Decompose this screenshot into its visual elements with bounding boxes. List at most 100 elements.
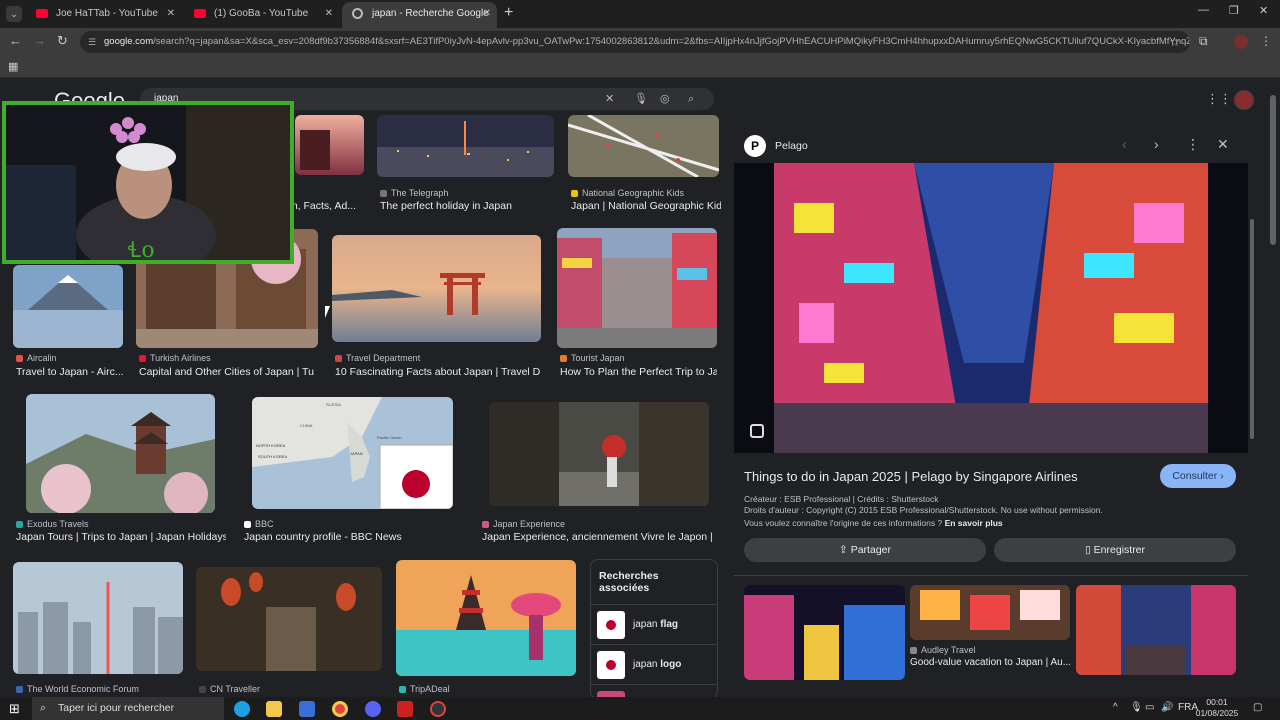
result-caption[interactable]: 10 Fascinating Facts about Japan | Trave… xyxy=(335,366,540,378)
close-window-icon[interactable]: ✕ xyxy=(1259,4,1268,17)
globe-icon xyxy=(352,8,363,19)
result-image[interactable]: RUSSIA CHINA NORTH KOREA SOUTH KOREA JAPAN Pa… xyxy=(252,397,453,509)
tab-gooba[interactable]: (1) GooBa - YouTube ✕ xyxy=(184,2,339,28)
tab-joe-hattab[interactable]: Joe HaTTab - YouTube ✕ xyxy=(26,2,181,28)
search-icon[interactable]: ⌕ xyxy=(688,88,694,110)
microphone-icon[interactable]: 🎙 xyxy=(634,88,648,110)
store-icon[interactable] xyxy=(299,701,315,717)
edge-icon[interactable] xyxy=(234,701,250,717)
microphone-tray-icon[interactable]: 🎙 xyxy=(1130,702,1143,713)
volume-icon[interactable]: 🔊 xyxy=(1161,702,1173,713)
similar-image[interactable] xyxy=(1076,585,1236,675)
map-label-china: CHINA xyxy=(300,423,313,428)
camera-search-icon[interactable]: ◎ xyxy=(660,88,670,110)
previous-icon[interactable]: ‹ xyxy=(1122,136,1127,152)
tab-google-search[interactable]: japan - Recherche Google ✕ xyxy=(342,2,497,28)
restore-icon[interactable]: ❐ xyxy=(1229,4,1239,17)
windows-start-icon[interactable]: ⊞ xyxy=(9,701,20,717)
url-path: /search?q=japan&sa=X&sca_esv=208df9b3735… xyxy=(153,36,1190,47)
profile-icon[interactable] xyxy=(1234,35,1248,49)
network-icon[interactable]: ▭ xyxy=(1145,702,1154,713)
similar-image[interactable] xyxy=(910,585,1070,640)
source-site-name[interactable]: Pelago xyxy=(775,140,808,152)
result-caption[interactable]: The perfect holiday in Japan xyxy=(380,200,555,212)
consult-button[interactable]: Consulter › xyxy=(1160,464,1236,488)
result-source: The World Economic Forum xyxy=(16,684,139,694)
tray-expand-icon[interactable]: ^ xyxy=(1113,702,1118,713)
share-button[interactable]: ⇪ Partager xyxy=(744,538,986,562)
reload-icon[interactable]: ↻ xyxy=(57,33,68,49)
result-image[interactable] xyxy=(557,228,717,348)
search-icon: ⌕ xyxy=(40,702,47,714)
related-title: Recherches associées xyxy=(599,570,659,594)
result-image[interactable] xyxy=(196,567,382,671)
back-icon[interactable]: ← xyxy=(9,33,22,48)
close-tab-icon[interactable]: ✕ xyxy=(325,2,333,26)
page-scrollbar[interactable] xyxy=(1270,95,1276,245)
tab-title: Joe HaTTab - YouTube xyxy=(56,8,158,19)
tab-search-button[interactable]: ⌄ xyxy=(6,6,22,22)
file-explorer-icon[interactable] xyxy=(266,701,282,717)
avatar[interactable] xyxy=(1234,90,1254,110)
more-options-icon[interactable]: ⋮ xyxy=(1186,136,1200,153)
result-caption[interactable]: Japan | National Geographic Kids xyxy=(571,200,721,212)
save-button[interactable]: ▯ Enregistrer xyxy=(994,538,1236,562)
similar-source: Audley Travel xyxy=(910,645,976,655)
obs-icon[interactable] xyxy=(430,701,446,717)
result-caption[interactable]: How To Plan the Perfect Trip to Ja... xyxy=(560,366,717,378)
result-source: Aircalin xyxy=(16,353,57,363)
result-caption[interactable]: Japan country profile - BBC News xyxy=(244,531,454,543)
result-image[interactable] xyxy=(332,235,541,342)
result-caption[interactable]: Japan Tours | Trips to Japan | Japan Hol… xyxy=(16,531,226,543)
browser-menu-icon[interactable]: ⋮ xyxy=(1260,34,1272,48)
close-tab-icon[interactable]: ✕ xyxy=(483,2,491,26)
new-tab-button[interactable]: + xyxy=(504,4,513,22)
source-favicon xyxy=(199,686,206,693)
result-source: Tourist Japan xyxy=(560,353,625,363)
source-favicon xyxy=(482,521,489,528)
close-tab-icon[interactable]: ✕ xyxy=(167,2,175,26)
result-image[interactable] xyxy=(13,265,123,348)
close-icon[interactable]: ✕ xyxy=(1217,136,1229,153)
learn-more-link[interactable]: En savoir plus xyxy=(945,518,1003,528)
site-info-icon[interactable]: ☰ xyxy=(88,31,96,53)
preview-title[interactable]: Things to do in Japan 2025 | Pelago by S… xyxy=(744,469,1078,484)
forward-icon[interactable]: → xyxy=(33,33,46,48)
apps-grid-icon[interactable]: ▦ xyxy=(8,60,18,73)
chrome-icon[interactable] xyxy=(332,701,348,717)
result-source: Exodus Travels xyxy=(16,519,89,529)
result-image[interactable] xyxy=(377,115,554,177)
result-image[interactable] xyxy=(295,115,364,175)
result-caption[interactable]: Capital and Other Cities of Japan | Tur.… xyxy=(139,366,314,378)
next-icon[interactable]: › xyxy=(1154,136,1159,152)
taskbar-search-input[interactable]: ⌕ Taper ici pour rechercher xyxy=(32,697,224,720)
result-source: Turkish Airlines xyxy=(139,353,211,363)
similar-image[interactable] xyxy=(744,585,905,680)
minimize-icon[interactable]: — xyxy=(1198,4,1209,16)
result-image[interactable] xyxy=(26,394,215,513)
lens-search-icon[interactable] xyxy=(750,424,764,438)
preview-image[interactable] xyxy=(734,163,1248,453)
app-icon[interactable] xyxy=(397,701,413,717)
pelago-logo: P xyxy=(744,135,766,157)
result-caption[interactable]: Travel to Japan - Airc... xyxy=(16,366,124,378)
discord-icon[interactable] xyxy=(365,701,381,717)
clear-icon[interactable]: ✕ xyxy=(605,88,614,110)
result-image[interactable] xyxy=(568,115,719,177)
panel-scrollbar[interactable] xyxy=(1250,219,1254,439)
clock[interactable]: 00:01 01/08/2025 xyxy=(1192,697,1242,719)
related-item-logo[interactable]: japan logo xyxy=(591,644,717,684)
result-source: BBC xyxy=(244,519,274,529)
extensions-icon[interactable]: ⧉ xyxy=(1199,34,1208,49)
result-caption[interactable]: Japan Experience, anciennement Vivre le … xyxy=(482,531,714,543)
result-image[interactable] xyxy=(489,402,709,506)
address-bar[interactable]: ☰ google.com/search?q=japan&sa=X&sca_esv… xyxy=(80,31,1190,53)
notifications-icon[interactable]: ▢ xyxy=(1253,702,1262,713)
related-item-flag[interactable]: japan flag xyxy=(591,604,717,644)
related-item-culture[interactable]: japan culture xyxy=(591,684,717,697)
result-image[interactable] xyxy=(396,560,576,676)
result-image[interactable] xyxy=(13,562,183,674)
bookmark-star-icon[interactable]: ☆ xyxy=(1169,31,1180,53)
similar-caption[interactable]: Good-value vacation to Japan | Au... xyxy=(910,657,1070,668)
result-caption[interactable]: on, Facts, Ad... xyxy=(286,200,362,212)
